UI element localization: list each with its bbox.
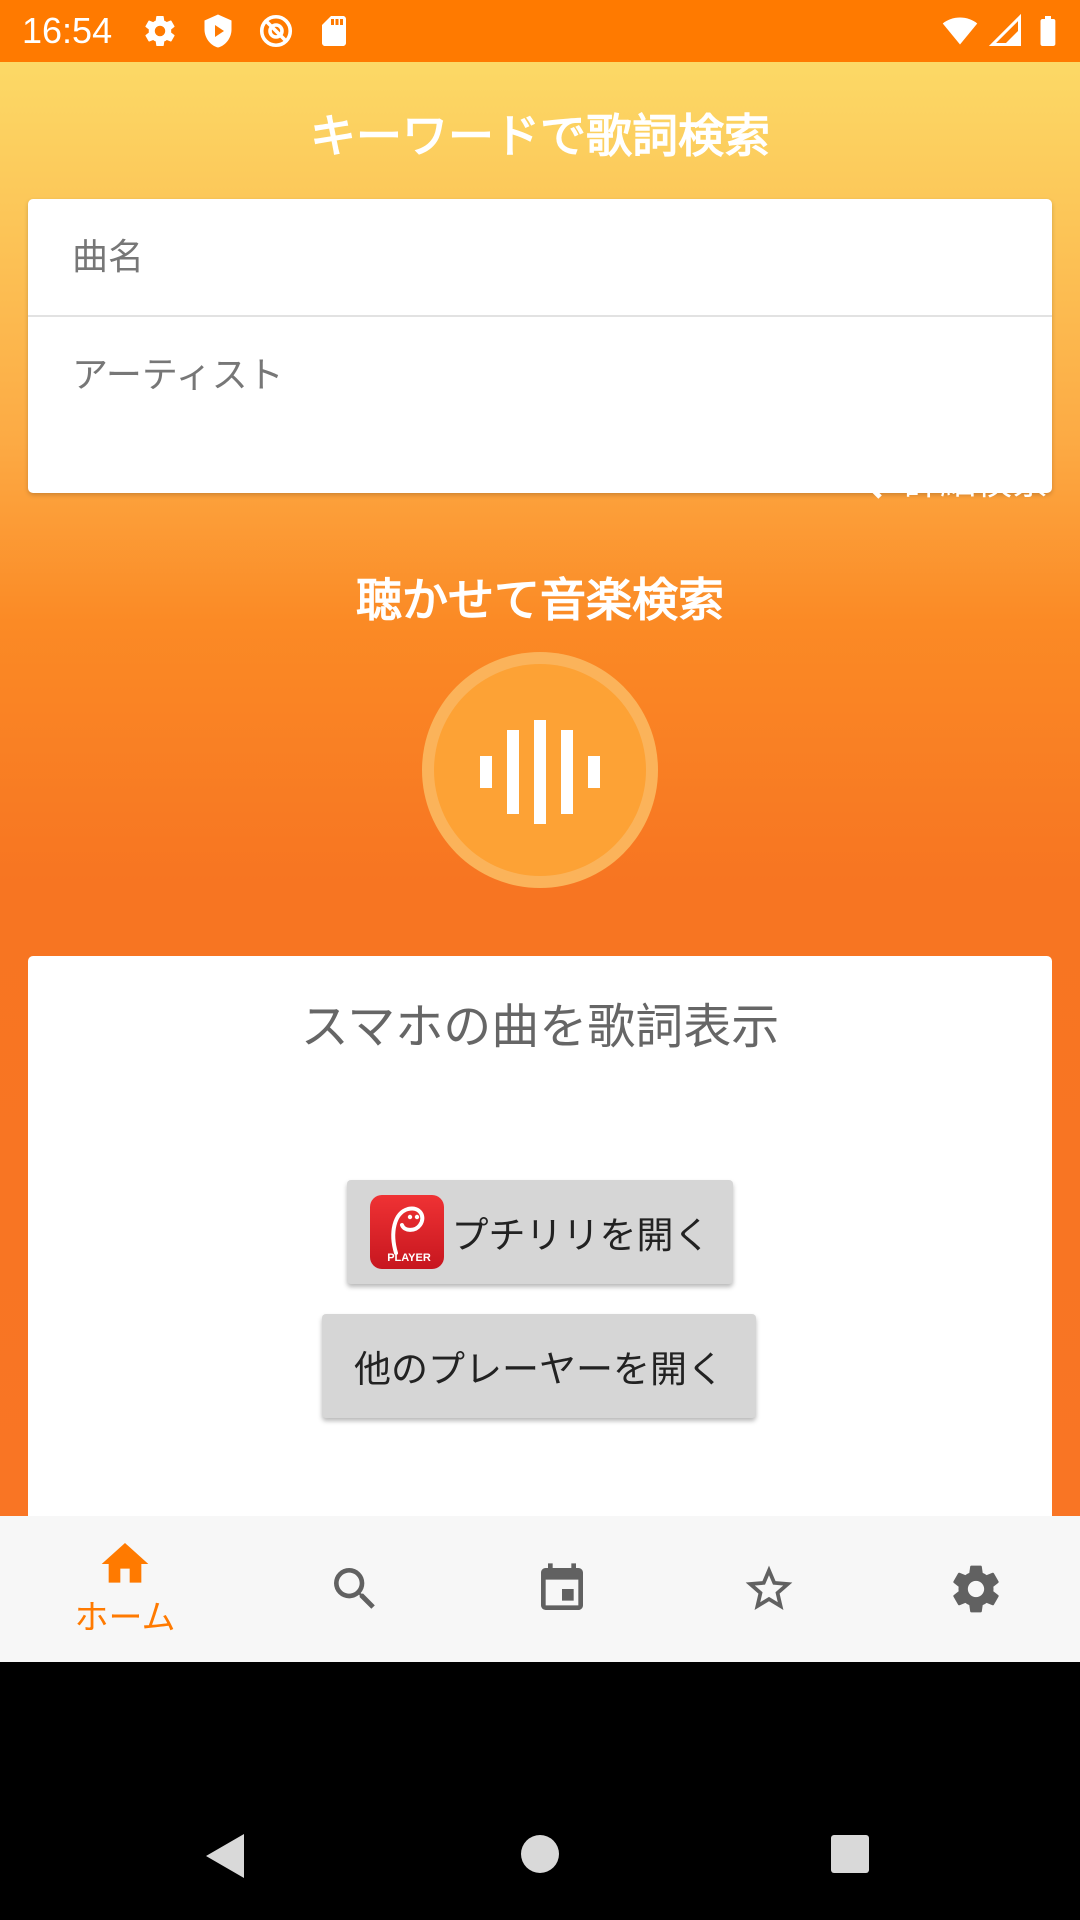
status-time: 16:54 (22, 10, 113, 51)
search-icon (334, 1568, 375, 1609)
calendar-icon (541, 1563, 583, 1610)
listen-search-button[interactable] (422, 652, 658, 888)
nav-favorites[interactable] (699, 1516, 839, 1662)
shield-play-icon (204, 14, 232, 48)
battery-icon (1040, 16, 1056, 46)
sound-wave-icon (480, 720, 600, 824)
detail-search-button[interactable]: 詳細検索 (834, 444, 1048, 514)
signal-icon (988, 13, 1021, 46)
listen-search-button-inner (434, 664, 646, 876)
nav-home[interactable]: ホーム (55, 1516, 195, 1662)
star-icon (745, 1565, 793, 1610)
home-icon (101, 1543, 149, 1583)
song-title-input[interactable] (28, 199, 1052, 315)
nav-search[interactable] (285, 1516, 425, 1662)
recents-square-icon[interactable] (830, 1834, 870, 1874)
at-sign-icon (259, 14, 293, 48)
detail-search-label: 詳細検索 (903, 462, 1048, 503)
back-icon[interactable] (200, 1830, 248, 1882)
device-lyrics-card: スマホの曲を歌詞表示 PLAYER プチリリを開く 他のプレーヤーを開く (28, 956, 1052, 1516)
status-bar: 16:54 (0, 0, 1080, 62)
system-navigation-bar (0, 1662, 1080, 1920)
nav-home-label: ホーム (74, 1598, 176, 1638)
keyword-search-title: キーワードで歌詞検索 (310, 109, 770, 163)
artist-input[interactable] (28, 317, 1052, 433)
home-circle-icon[interactable] (520, 1834, 560, 1874)
search-icon (840, 458, 882, 499)
settings-icon (953, 1565, 999, 1613)
home-screen: キーワードで歌詞検索 詳細検索 聴かせて音楽検索 スマホの曲を歌詞表示 (0, 62, 1080, 1516)
wifi-icon (942, 17, 978, 45)
nav-calendar[interactable] (492, 1516, 632, 1662)
open-puchiriri-button[interactable]: PLAYER プチリリを開く (347, 1180, 733, 1284)
bottom-navigation: ホーム (0, 1516, 1080, 1662)
sd-card-icon (322, 16, 346, 46)
puchiriri-logo: PLAYER (369, 1195, 444, 1269)
puchiriri-logo-mark: PLAYER (387, 1206, 431, 1264)
puchiriri-logo-text: PLAYER (387, 1252, 431, 1264)
open-other-player-label: 他のプレーヤーを開く (354, 1348, 724, 1391)
open-puchiriri-label: プチリリを開く (451, 1214, 711, 1257)
gear-icon (145, 16, 175, 47)
nav-settings[interactable] (906, 1516, 1046, 1662)
open-other-player-button[interactable]: 他のプレーヤーを開く (322, 1314, 756, 1418)
listen-search-title: 聴かせて音楽検索 (356, 573, 724, 627)
device-lyrics-title: スマホの曲を歌詞表示 (300, 999, 780, 1055)
